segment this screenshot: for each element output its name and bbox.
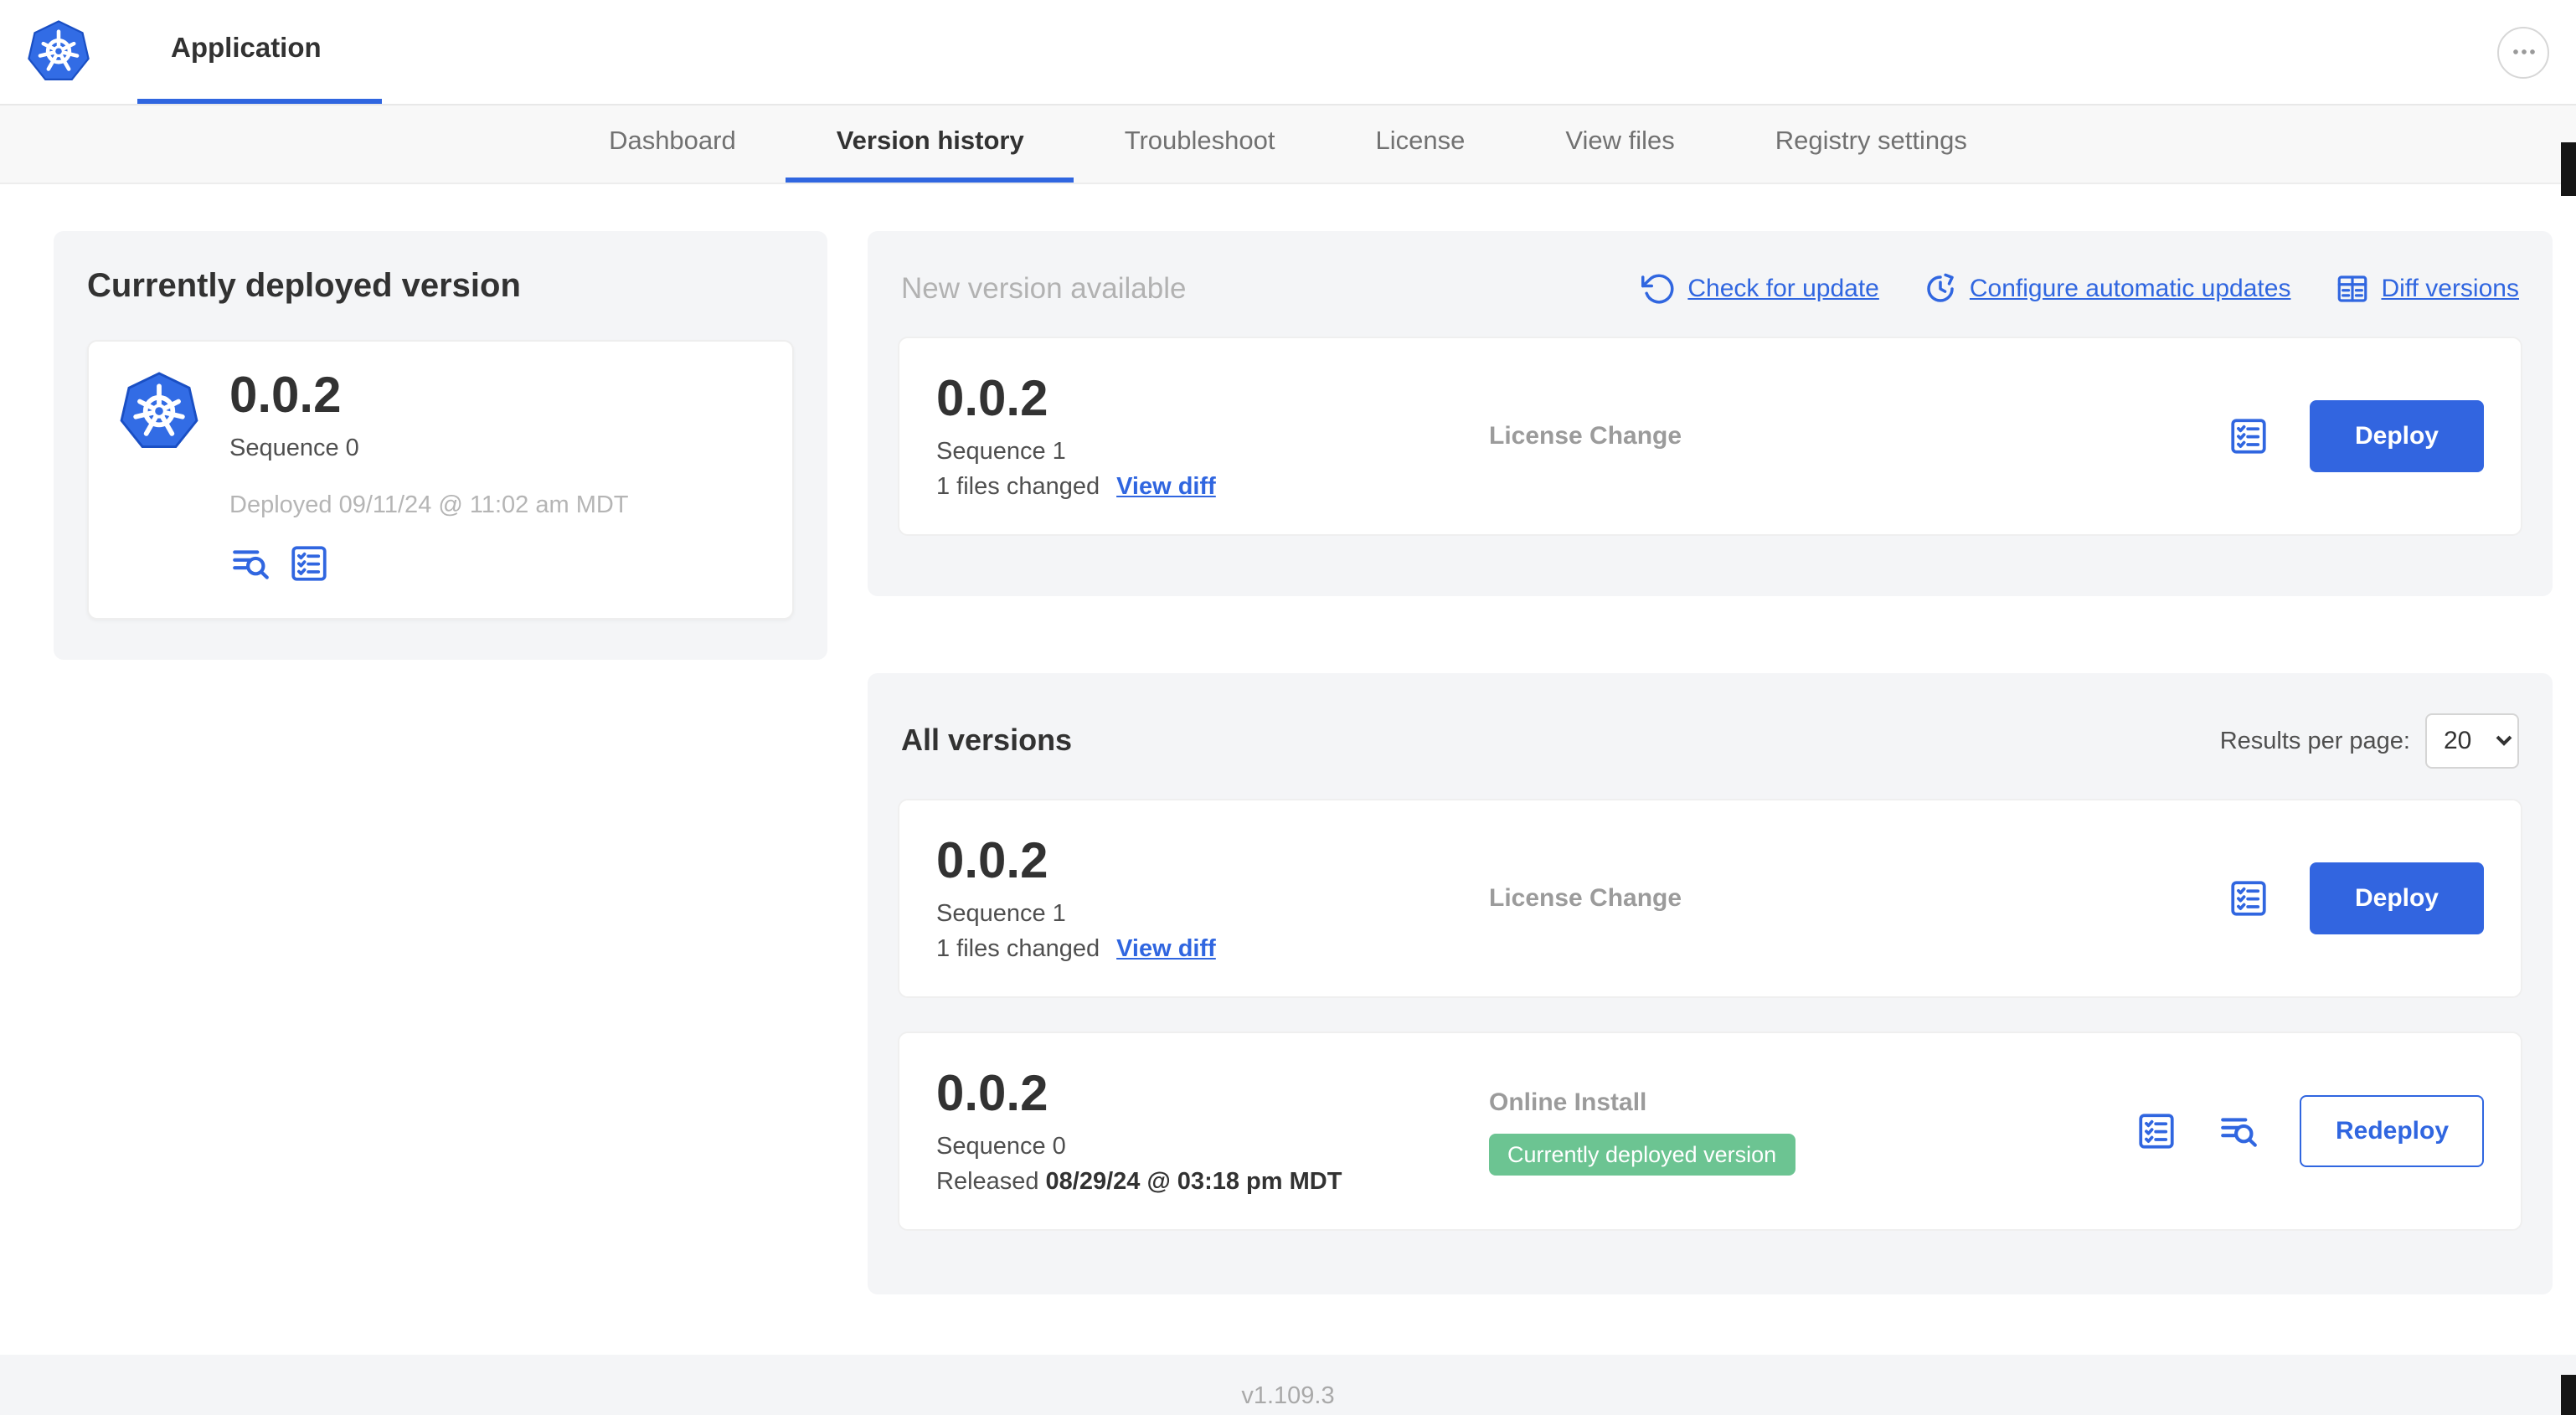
version-row: 0.0.2 Sequence 1 1 files changed View di… [898,799,2522,998]
preflight-checks-button[interactable] [2228,877,2269,919]
deployed-timestamp: Deployed 09/11/24 @ 11:02 am MDT [229,492,629,519]
tab-registry-settings[interactable]: Registry settings [1725,105,2017,183]
more-options-button[interactable] [2497,26,2549,78]
version-sequence: Sequence 1 [936,901,1066,928]
tab-troubleshoot[interactable]: Troubleshoot [1074,105,1326,183]
preflight-checks-button[interactable] [2228,415,2269,457]
tab-dashboard[interactable]: Dashboard [559,105,786,183]
version-sequence: Sequence 1 [936,439,1066,466]
version-sequence: Sequence 0 [936,1134,1066,1160]
configure-automatic-updates-link[interactable]: Configure automatic updates [1923,271,2290,306]
version-source-label: Online Install [1489,1088,1647,1116]
clock-update-icon [1923,271,1958,306]
results-per-page-label: Results per page: [2219,728,2410,754]
app-header: Application [0,0,2576,105]
preflight-checks-button[interactable] [2136,1110,2178,1152]
app-title: Application [171,33,322,64]
kots-admin-console: Application Dashboard Version history Tr… [0,0,2576,1415]
tab-version-history[interactable]: Version history [786,105,1074,183]
version-number: 0.0.2 [936,1067,1048,1122]
checklist-icon [2136,1110,2178,1152]
checklist-icon [2228,415,2269,457]
scrollbar-thumb[interactable] [2561,142,2576,196]
all-versions-heading: All versions [901,723,1073,757]
kubernetes-logo-icon [27,20,90,84]
scrollbar-thumb[interactable] [2561,1375,2576,1415]
checklist-icon [2228,877,2269,919]
deployed-version-number: 0.0.2 [229,368,342,424]
deployed-sequence: Sequence 0 [229,435,359,462]
ellipsis-icon [2506,35,2540,69]
tab-license[interactable]: License [1326,105,1516,183]
console-version: v1.109.3 [1241,1383,1335,1410]
diff-icon [2334,271,2369,306]
new-version-panel: New version available Check for update C… [868,231,2553,596]
logs-icon [2218,1110,2260,1152]
files-changed-text: 1 files changed [936,474,1100,501]
deployed-version-card: 0.0.2 Sequence 0 Deployed 09/11/24 @ 11:… [87,340,794,620]
app-subnav: Dashboard Version history Troubleshoot L… [0,105,2576,184]
view-diff-link[interactable]: View diff [1116,936,1216,963]
files-changed-text: 1 files changed [936,936,1100,963]
main-content: Currently deployed version 0.0.2 Sequenc… [0,184,2576,1294]
version-source-label: License Change [1489,884,1682,913]
new-version-row: 0.0.2 Sequence 1 1 files changed View di… [898,337,2522,536]
results-per-page-select[interactable]: 20 [2425,713,2519,769]
rotate-ccw-icon [1641,271,1676,306]
view-logs-button[interactable] [2218,1110,2260,1152]
version-source-label: License Change [1489,422,1682,450]
checklist-icon [288,543,330,584]
version-number: 0.0.2 [936,834,1048,889]
deploy-button[interactable]: Deploy [2309,862,2484,934]
currently-deployed-badge: Currently deployed version [1489,1133,1795,1175]
logs-icon [229,543,271,584]
app-footer: v1.109.3 [0,1355,2576,1415]
view-diff-link[interactable]: View diff [1116,474,1216,501]
currently-deployed-heading: Currently deployed version [87,268,521,305]
view-logs-button[interactable] [229,543,271,584]
tab-application[interactable]: Application [137,0,382,104]
released-date: 08/29/24 @ 03:18 pm MDT [1045,1169,1342,1196]
released-label: Released [936,1169,1039,1196]
kubernetes-app-icon [119,372,199,452]
all-versions-panel: All versions Results per page: 20 0.0.2 … [868,673,2553,1294]
check-for-update-link[interactable]: Check for update [1641,271,1879,306]
deploy-button[interactable]: Deploy [2309,400,2484,472]
new-version-heading: New version available [901,271,1187,305]
preflight-checks-button[interactable] [288,543,330,584]
version-row: 0.0.2 Sequence 0 Released 08/29/24 @ 03:1… [898,1032,2522,1231]
version-number: 0.0.2 [936,372,1048,427]
currently-deployed-panel: Currently deployed version 0.0.2 Sequenc… [54,231,827,660]
redeploy-button[interactable]: Redeploy [2300,1095,2484,1167]
tab-view-files[interactable]: View files [1515,105,1724,183]
diff-versions-link[interactable]: Diff versions [2334,271,2519,306]
